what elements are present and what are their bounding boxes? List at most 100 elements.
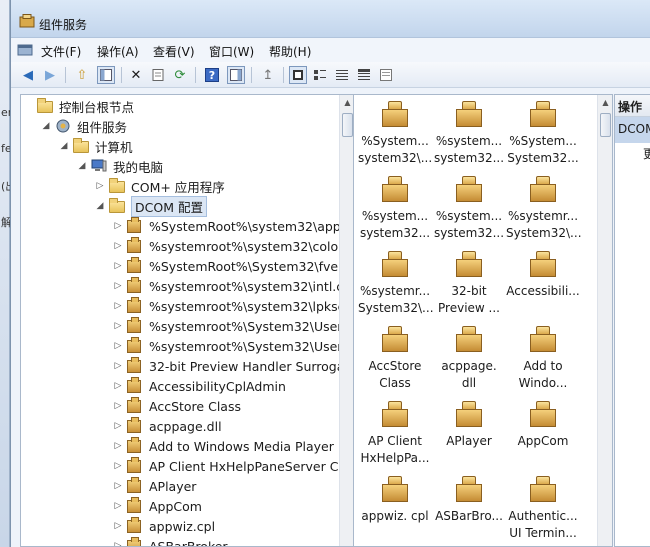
dcom-app-item[interactable]: %System... System32... <box>506 97 580 169</box>
dcom-app-item[interactable]: %system... system32... <box>358 172 432 244</box>
tree-node[interactable]: ▷ Add to Windows Media Player lis <box>113 436 351 456</box>
detail-view-icon[interactable] <box>355 66 373 84</box>
tree-node[interactable]: ◢ 我的电脑 <box>77 156 163 176</box>
list-view-icon[interactable] <box>333 66 351 84</box>
dcom-app-item[interactable]: 32-bit Preview ... <box>432 247 506 319</box>
tree-node-label: AccessibilityCplAdmin <box>149 378 286 394</box>
dcom-app-item[interactable]: %systemr... System32\... <box>358 247 434 319</box>
tree-node[interactable]: ▷ AP Client HxHelpPaneServer Clas <box>113 456 354 476</box>
dcom-app-label: dll <box>461 376 477 390</box>
back-icon[interactable]: ◀ <box>19 66 37 84</box>
package-icon <box>127 377 145 394</box>
tree-node[interactable]: 控制台根节点 <box>23 96 134 116</box>
help-icon[interactable]: ? <box>203 66 221 84</box>
export-icon[interactable]: ↥ <box>259 66 277 84</box>
dcom-app-item[interactable]: Accessibili... <box>506 247 580 319</box>
actions-selected-item[interactable]: DCOM <box>615 117 650 143</box>
dcom-app-item[interactable]: AppCom <box>506 397 580 469</box>
system-menu-icon[interactable] <box>17 43 33 57</box>
tree-node[interactable]: ▷ 32-bit Preview Handler Surrogate <box>113 356 354 376</box>
action-pane-icon[interactable] <box>227 66 245 84</box>
tree-node[interactable]: ▷ %systemroot%\System32\UserAc <box>113 336 354 356</box>
menu-action[interactable]: 操作(A) <box>97 43 139 60</box>
collapsed-arrow-icon[interactable]: ▷ <box>113 461 123 471</box>
menu-file[interactable]: 文件(F) <box>41 43 81 60</box>
dcom-app-item[interactable]: AccStore Class <box>358 322 432 394</box>
collapsed-arrow-icon[interactable]: ▷ <box>113 441 123 451</box>
tree-node[interactable]: ◢ 计算机 <box>59 136 133 156</box>
collapsed-arrow-icon[interactable]: ▷ <box>95 181 105 191</box>
dcom-app-item[interactable]: Authentic... UI Termin... <box>506 472 580 544</box>
tree-node[interactable]: ▷ ASBarBroker <box>113 536 228 546</box>
forward-icon[interactable]: ▶ <box>41 66 59 84</box>
dcom-app-item[interactable]: APlayer <box>432 397 506 469</box>
dcom-app-item[interactable]: appwiz. cpl <box>358 472 432 544</box>
tree-node[interactable]: ▷ %systemroot%\System32\UserAc <box>113 316 354 336</box>
tree-node[interactable]: ◢ DCOM 配置 <box>95 195 207 217</box>
actions-header: 操作 <box>615 95 650 117</box>
scroll-up-icon[interactable]: ▲ <box>598 95 612 110</box>
dcom-app-item[interactable]: %system... system32... <box>432 172 506 244</box>
scroll-thumb[interactable] <box>600 113 611 137</box>
dcom-app-label: System32\... <box>358 301 434 315</box>
tree-node[interactable]: ▷ APlayer <box>113 476 196 496</box>
dcom-app-item[interactable]: acppage. dll <box>432 322 506 394</box>
collapsed-arrow-icon[interactable]: ▷ <box>113 521 123 531</box>
tree-node[interactable]: ▷ COM+ 应用程序 <box>95 176 225 196</box>
collapsed-arrow-icon[interactable]: ▷ <box>113 401 123 411</box>
tree-node[interactable]: ▷ acppage.dll <box>113 416 222 436</box>
dcom-app-item[interactable]: ASBarBro... <box>432 472 506 544</box>
tree-node[interactable]: ▷ %SystemRoot%\system32\appwi <box>113 216 354 236</box>
menu-window[interactable]: 窗口(W) <box>209 43 254 60</box>
refresh-icon[interactable]: ⟳ <box>171 66 189 84</box>
expanded-arrow-icon[interactable]: ◢ <box>59 141 69 151</box>
dcom-app-item[interactable]: AP Client HxHelpPa... <box>358 397 432 469</box>
expanded-arrow-icon[interactable]: ◢ <box>41 121 51 131</box>
collapsed-arrow-icon[interactable]: ▷ <box>113 541 123 546</box>
collapsed-arrow-icon[interactable]: ▷ <box>113 301 123 311</box>
collapsed-arrow-icon[interactable]: ▷ <box>113 221 123 231</box>
up-folder-icon[interactable]: ⇧ <box>73 66 91 84</box>
collapsed-arrow-icon[interactable]: ▷ <box>113 381 123 391</box>
tree-node[interactable]: ▷ AppCom <box>113 496 202 516</box>
collapsed-arrow-icon[interactable]: ▷ <box>113 321 123 331</box>
tree-node[interactable]: ▷ %SystemRoot%\System32\fveui.c <box>113 256 354 276</box>
properties-icon[interactable] <box>149 66 167 84</box>
show-tree-icon[interactable] <box>97 66 115 84</box>
expanded-arrow-icon[interactable]: ◢ <box>77 161 87 171</box>
tree-node[interactable]: ▷ appwiz.cpl <box>113 516 215 536</box>
tree-scrollbar[interactable]: ▲ <box>339 95 354 546</box>
tree-node-label: %systemroot%\system32\lpksetu <box>149 298 355 314</box>
scroll-thumb[interactable] <box>342 113 353 137</box>
large-icons-view-icon[interactable] <box>289 66 307 84</box>
dcom-app-item[interactable]: %System... system32\... <box>358 97 432 169</box>
title-bar[interactable]: 组件服务 <box>11 0 650 38</box>
tree-node[interactable]: ▷ AccStore Class <box>113 396 241 416</box>
menu-help[interactable]: 帮助(H) <box>269 43 311 60</box>
collapsed-arrow-icon[interactable]: ▷ <box>113 501 123 511</box>
expanded-arrow-icon[interactable]: ◢ <box>95 201 105 211</box>
toolbar-separator <box>195 67 196 83</box>
collapsed-arrow-icon[interactable]: ▷ <box>113 421 123 431</box>
collapsed-arrow-icon[interactable]: ▷ <box>113 261 123 271</box>
dcom-app-item[interactable]: %system... system32... <box>432 97 506 169</box>
dcom-app-label: %systemr... <box>507 209 579 223</box>
menu-view[interactable]: 查看(V) <box>153 43 195 60</box>
collapsed-arrow-icon[interactable]: ▷ <box>113 361 123 371</box>
tree-node[interactable]: ▷ %systemroot%\system32\intl.cpl <box>113 276 354 296</box>
collapsed-arrow-icon[interactable]: ▷ <box>113 241 123 251</box>
actions-more-link[interactable]: 更 <box>615 143 650 162</box>
tree-node[interactable]: ▷ %systemroot%\system32\colorui <box>113 236 354 256</box>
status-icon[interactable] <box>377 66 395 84</box>
icons-scrollbar[interactable]: ▲ <box>597 95 612 546</box>
dcom-app-item[interactable]: %systemr... System32\... <box>506 172 582 244</box>
tree-node[interactable]: ▷ AccessibilityCplAdmin <box>113 376 286 396</box>
collapsed-arrow-icon[interactable]: ▷ <box>113 281 123 291</box>
dcom-app-item[interactable]: Add to Windo... <box>506 322 580 394</box>
delete-icon[interactable]: ✕ <box>127 66 145 84</box>
collapsed-arrow-icon[interactable]: ▷ <box>113 481 123 491</box>
collapsed-arrow-icon[interactable]: ▷ <box>113 341 123 351</box>
tree-node[interactable]: ▷ %systemroot%\system32\lpksetu <box>113 296 355 316</box>
tree-node[interactable]: ◢ 组件服务 <box>41 116 127 136</box>
small-icons-view-icon[interactable] <box>311 66 329 84</box>
